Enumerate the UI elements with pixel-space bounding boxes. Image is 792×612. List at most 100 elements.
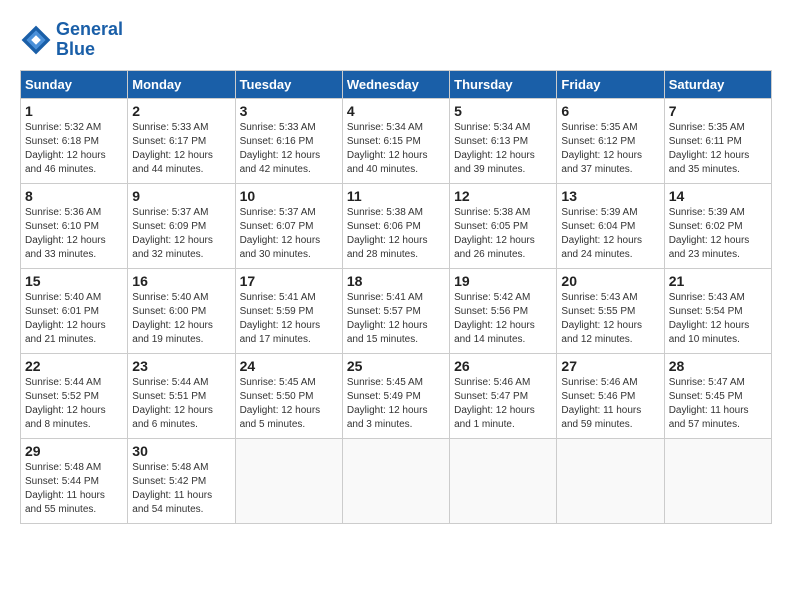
calendar-cell: 17 Sunrise: 5:41 AMSunset: 5:59 PMDayligh… — [235, 268, 342, 353]
day-info: Sunrise: 5:47 AMSunset: 5:45 PMDaylight:… — [669, 376, 767, 432]
day-info: Sunrise: 5:42 AMSunset: 5:56 PMDaylight:… — [454, 291, 552, 347]
calendar-cell — [235, 438, 342, 523]
calendar-cell: 18 Sunrise: 5:41 AMSunset: 5:57 PMDayligh… — [342, 268, 449, 353]
day-number: 5 — [454, 103, 552, 119]
day-number: 8 — [25, 188, 123, 204]
day-number: 3 — [240, 103, 338, 119]
logo: General Blue — [20, 20, 123, 60]
weekday-header: Sunday — [21, 70, 128, 98]
day-info: Sunrise: 5:38 AMSunset: 6:05 PMDaylight:… — [454, 206, 552, 262]
calendar-cell: 14Sunrise: 5:39 AMSunset: 6:02 PMDayligh… — [664, 183, 771, 268]
calendar-cell: 1 Sunrise: 5:32 AMSunset: 6:18 PMDaylight… — [21, 98, 128, 183]
calendar-cell: 24Sunrise: 5:45 AMSunset: 5:50 PMDayligh… — [235, 353, 342, 438]
calendar-cell — [450, 438, 557, 523]
day-number: 18 — [347, 273, 445, 289]
calendar-cell: 13 Sunrise: 5:39 AMSunset: 6:04 PMDayligh… — [557, 183, 664, 268]
day-info: Sunrise: 5:37 AMSunset: 6:09 PMDaylight:… — [132, 206, 230, 262]
calendar-cell — [664, 438, 771, 523]
week-row: 22Sunrise: 5:44 AMSunset: 5:52 PMDayligh… — [21, 353, 772, 438]
day-number: 12 — [454, 188, 552, 204]
calendar-cell: 22Sunrise: 5:44 AMSunset: 5:52 PMDayligh… — [21, 353, 128, 438]
day-number: 28 — [669, 358, 767, 374]
calendar-cell: 3 Sunrise: 5:33 AMSunset: 6:16 PMDaylight… — [235, 98, 342, 183]
calendar-cell: 26Sunrise: 5:46 AMSunset: 5:47 PMDayligh… — [450, 353, 557, 438]
day-info: Sunrise: 5:48 AMSunset: 5:44 PMDaylight:… — [25, 461, 123, 517]
calendar-cell — [342, 438, 449, 523]
day-number: 10 — [240, 188, 338, 204]
day-info: Sunrise: 5:44 AMSunset: 5:51 PMDaylight:… — [132, 376, 230, 432]
day-number: 25 — [347, 358, 445, 374]
day-info: Sunrise: 5:41 AMSunset: 5:57 PMDaylight:… — [347, 291, 445, 347]
calendar-cell: 4Sunrise: 5:34 AMSunset: 6:15 PMDaylight… — [342, 98, 449, 183]
calendar-cell: 6Sunrise: 5:35 AMSunset: 6:12 PMDaylight… — [557, 98, 664, 183]
day-info: Sunrise: 5:33 AMSunset: 6:16 PMDaylight:… — [240, 121, 338, 177]
day-number: 23 — [132, 358, 230, 374]
calendar-cell: 30 Sunrise: 5:48 AMSunset: 5:42 PMDayligh… — [128, 438, 235, 523]
calendar-cell: 7 Sunrise: 5:35 AMSunset: 6:11 PMDaylight… — [664, 98, 771, 183]
day-info: Sunrise: 5:34 AMSunset: 6:15 PMDaylight:… — [347, 121, 445, 177]
day-number: 27 — [561, 358, 659, 374]
calendar-cell: 28 Sunrise: 5:47 AMSunset: 5:45 PMDayligh… — [664, 353, 771, 438]
day-number: 2 — [132, 103, 230, 119]
day-info: Sunrise: 5:40 AMSunset: 6:00 PMDaylight:… — [132, 291, 230, 347]
day-info: Sunrise: 5:39 AMSunset: 6:04 PMDaylight:… — [561, 206, 659, 262]
day-number: 20 — [561, 273, 659, 289]
day-number: 7 — [669, 103, 767, 119]
day-info: Sunrise: 5:46 AMSunset: 5:46 PMDaylight:… — [561, 376, 659, 432]
week-row: 8 Sunrise: 5:36 AMSunset: 6:10 PMDaylight… — [21, 183, 772, 268]
calendar-cell: 23 Sunrise: 5:44 AMSunset: 5:51 PMDayligh… — [128, 353, 235, 438]
calendar-cell: 21Sunrise: 5:43 AMSunset: 5:54 PMDayligh… — [664, 268, 771, 353]
calendar-cell: 27 Sunrise: 5:46 AMSunset: 5:46 PMDayligh… — [557, 353, 664, 438]
day-number: 17 — [240, 273, 338, 289]
calendar-cell: 29 Sunrise: 5:48 AMSunset: 5:44 PMDayligh… — [21, 438, 128, 523]
week-row: 15Sunrise: 5:40 AMSunset: 6:01 PMDayligh… — [21, 268, 772, 353]
calendar-cell: 19 Sunrise: 5:42 AMSunset: 5:56 PMDayligh… — [450, 268, 557, 353]
calendar-cell: 25 Sunrise: 5:45 AMSunset: 5:49 PMDayligh… — [342, 353, 449, 438]
weekday-header: Saturday — [664, 70, 771, 98]
calendar-cell: 16 Sunrise: 5:40 AMSunset: 6:00 PMDayligh… — [128, 268, 235, 353]
weekday-header: Wednesday — [342, 70, 449, 98]
calendar-cell: 12 Sunrise: 5:38 AMSunset: 6:05 PMDayligh… — [450, 183, 557, 268]
day-info: Sunrise: 5:38 AMSunset: 6:06 PMDaylight:… — [347, 206, 445, 262]
weekday-header: Tuesday — [235, 70, 342, 98]
calendar-table: SundayMondayTuesdayWednesdayThursdayFrid… — [20, 70, 772, 524]
day-number: 30 — [132, 443, 230, 459]
calendar-cell: 8 Sunrise: 5:36 AMSunset: 6:10 PMDaylight… — [21, 183, 128, 268]
calendar-cell — [557, 438, 664, 523]
week-row: 1 Sunrise: 5:32 AMSunset: 6:18 PMDaylight… — [21, 98, 772, 183]
day-info: Sunrise: 5:41 AMSunset: 5:59 PMDaylight:… — [240, 291, 338, 347]
weekday-header: Thursday — [450, 70, 557, 98]
calendar-cell: 2 Sunrise: 5:33 AMSunset: 6:17 PMDaylight… — [128, 98, 235, 183]
day-number: 13 — [561, 188, 659, 204]
day-info: Sunrise: 5:46 AMSunset: 5:47 PMDaylight:… — [454, 376, 552, 432]
page-header: General Blue — [20, 20, 772, 60]
day-number: 1 — [25, 103, 123, 119]
day-info: Sunrise: 5:45 AMSunset: 5:49 PMDaylight:… — [347, 376, 445, 432]
day-number: 14 — [669, 188, 767, 204]
week-row: 29 Sunrise: 5:48 AMSunset: 5:44 PMDayligh… — [21, 438, 772, 523]
logo-text: General Blue — [56, 20, 123, 60]
weekday-header-row: SundayMondayTuesdayWednesdayThursdayFrid… — [21, 70, 772, 98]
day-info: Sunrise: 5:36 AMSunset: 6:10 PMDaylight:… — [25, 206, 123, 262]
day-number: 29 — [25, 443, 123, 459]
day-number: 16 — [132, 273, 230, 289]
calendar-cell: 9Sunrise: 5:37 AMSunset: 6:09 PMDaylight… — [128, 183, 235, 268]
day-info: Sunrise: 5:44 AMSunset: 5:52 PMDaylight:… — [25, 376, 123, 432]
weekday-header: Monday — [128, 70, 235, 98]
day-info: Sunrise: 5:43 AMSunset: 5:55 PMDaylight:… — [561, 291, 659, 347]
day-info: Sunrise: 5:32 AMSunset: 6:18 PMDaylight:… — [25, 121, 123, 177]
weekday-header: Friday — [557, 70, 664, 98]
calendar-cell: 11 Sunrise: 5:38 AMSunset: 6:06 PMDayligh… — [342, 183, 449, 268]
calendar-cell: 20 Sunrise: 5:43 AMSunset: 5:55 PMDayligh… — [557, 268, 664, 353]
day-info: Sunrise: 5:40 AMSunset: 6:01 PMDaylight:… — [25, 291, 123, 347]
day-info: Sunrise: 5:48 AMSunset: 5:42 PMDaylight:… — [132, 461, 230, 517]
calendar-cell: 15Sunrise: 5:40 AMSunset: 6:01 PMDayligh… — [21, 268, 128, 353]
day-number: 11 — [347, 188, 445, 204]
day-number: 19 — [454, 273, 552, 289]
day-info: Sunrise: 5:43 AMSunset: 5:54 PMDaylight:… — [669, 291, 767, 347]
day-info: Sunrise: 5:33 AMSunset: 6:17 PMDaylight:… — [132, 121, 230, 177]
calendar-cell: 5 Sunrise: 5:34 AMSunset: 6:13 PMDaylight… — [450, 98, 557, 183]
day-number: 6 — [561, 103, 659, 119]
day-info: Sunrise: 5:35 AMSunset: 6:11 PMDaylight:… — [669, 121, 767, 177]
day-info: Sunrise: 5:34 AMSunset: 6:13 PMDaylight:… — [454, 121, 552, 177]
